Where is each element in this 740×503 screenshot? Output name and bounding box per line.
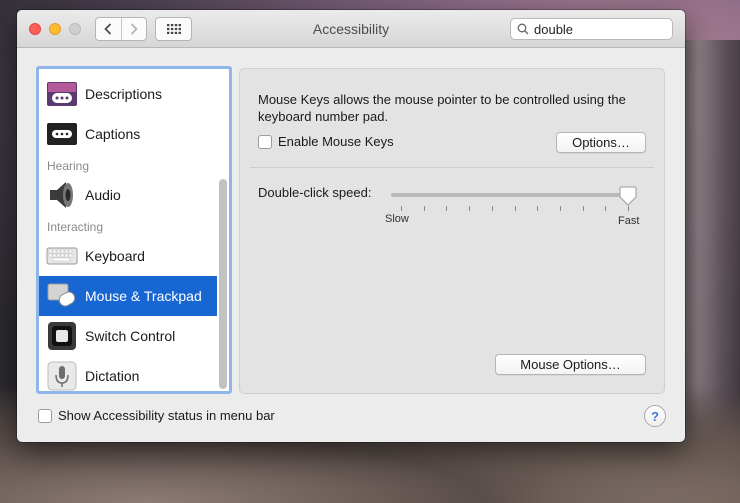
sidebar-item-label: Dictation xyxy=(85,368,140,384)
mouse-options-button[interactable]: Mouse Options… xyxy=(495,354,646,375)
sidebar-item-captions[interactable]: Captions xyxy=(39,114,217,154)
enable-mouse-keys-checkbox[interactable] xyxy=(258,134,272,149)
sidebar-item-switch-control[interactable]: Switch Control xyxy=(39,316,217,356)
slider-tick xyxy=(491,206,493,211)
keyboard-icon xyxy=(46,247,78,265)
slider-tick xyxy=(559,206,561,211)
sidebar-item-mouse-trackpad[interactable]: Mouse & Trackpad xyxy=(39,276,217,316)
slider-tick xyxy=(605,206,607,211)
slider-tick xyxy=(423,206,425,211)
sidebar-item-label: Mouse & Trackpad xyxy=(85,288,202,304)
sidebar-item-dictation[interactable]: Dictation xyxy=(39,356,217,391)
sidebar-item-label: Descriptions xyxy=(85,86,163,102)
slider-tick xyxy=(469,206,471,211)
captions-icon xyxy=(47,123,77,145)
slider-thumb[interactable] xyxy=(619,186,637,206)
sidebar-scrollbar[interactable] xyxy=(219,179,227,389)
descriptions-icon xyxy=(47,82,77,106)
slider-max-label: Fast xyxy=(618,215,640,227)
enable-mouse-keys-label[interactable]: Enable Mouse Keys xyxy=(278,134,394,149)
slider-tick xyxy=(446,206,448,211)
mouse-keys-description: Mouse Keys allows the mouse pointer to b… xyxy=(258,92,626,124)
slider-tick xyxy=(514,206,516,211)
sidebar-item-label: Switch Control xyxy=(85,328,176,344)
preferences-window: Accessibility Descriptions xyxy=(17,10,685,442)
sidebar-item-label: Audio xyxy=(85,187,121,203)
microphone-icon xyxy=(47,361,77,391)
sidebar-item-label: Captions xyxy=(85,126,141,142)
enable-mouse-keys-row[interactable]: Enable Mouse Keys xyxy=(258,134,394,149)
slider-tick xyxy=(628,206,629,211)
search-icon xyxy=(517,23,529,35)
search-input[interactable] xyxy=(534,21,664,37)
sidebar-item-keyboard[interactable]: Keyboard xyxy=(39,236,217,276)
mouse-trackpad-icon xyxy=(47,283,76,307)
slider-tick xyxy=(537,206,539,211)
sidebar-item-audio[interactable]: Audio xyxy=(39,175,217,215)
search-field[interactable] xyxy=(510,18,673,40)
slider-min-label: Slow xyxy=(385,213,409,225)
slider-tick xyxy=(582,206,584,211)
sidebar-item-descriptions[interactable]: Descriptions xyxy=(39,74,217,114)
show-status-checkbox[interactable] xyxy=(38,408,52,423)
sidebar-item-label: Keyboard xyxy=(85,248,145,264)
panel-divider xyxy=(250,167,654,168)
mouse-trackpad-panel: Mouse Keys allows the mouse pointer to b… xyxy=(239,68,665,394)
double-click-speed-slider[interactable] xyxy=(391,193,633,197)
show-status-label[interactable]: Show Accessibility status in menu bar xyxy=(58,408,275,423)
sidebar-group-interacting: Interacting xyxy=(47,220,104,234)
category-sidebar[interactable]: Descriptions Captions Hearing Audio Inte… xyxy=(36,66,232,394)
mouse-keys-options-button[interactable]: Options… xyxy=(556,132,646,153)
help-button[interactable]: ? xyxy=(644,405,666,427)
double-click-speed-label: Double-click speed: xyxy=(258,185,372,200)
title-bar: Accessibility xyxy=(17,10,685,48)
switch-control-icon xyxy=(48,322,76,350)
slider-tick xyxy=(401,206,402,211)
speaker-icon xyxy=(50,182,73,208)
sidebar-group-hearing: Hearing xyxy=(47,159,90,173)
show-status-row[interactable]: Show Accessibility status in menu bar xyxy=(38,408,275,423)
